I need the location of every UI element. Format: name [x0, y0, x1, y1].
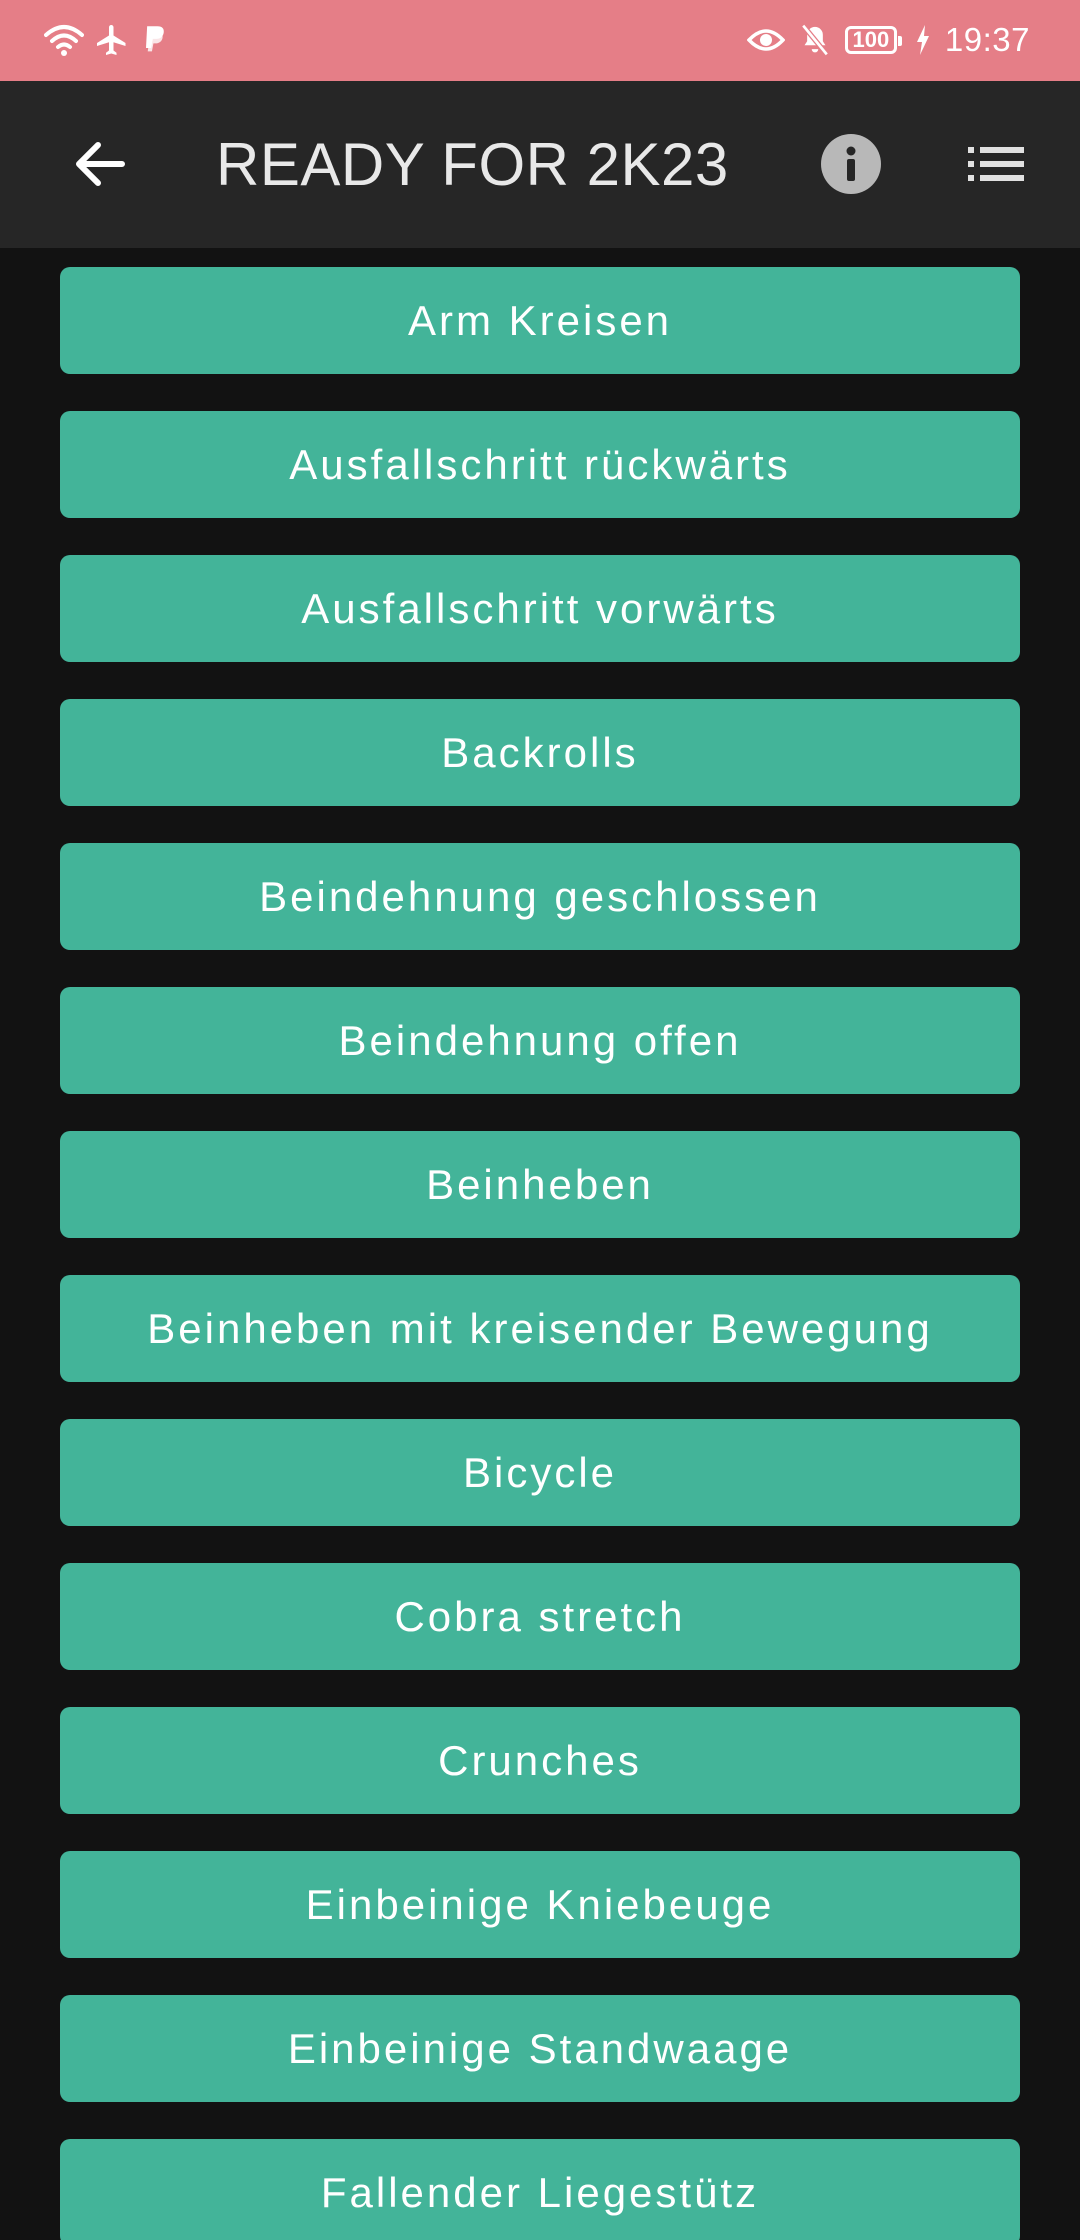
status-time: 19:37 — [944, 21, 1030, 58]
exercise-button-crunches[interactable]: Crunches — [60, 1707, 1020, 1814]
battery-icon: 100 — [844, 26, 902, 54]
exercise-button-einbeinige-standwaage[interactable]: Einbeinige Standwaage — [60, 1995, 1020, 2102]
status-left-icons — [44, 18, 168, 62]
exercise-list[interactable]: Arm Kreisen Ausfallschritt rückwärts Aus… — [0, 248, 1080, 2240]
status-right-icons: 100 19:37 — [746, 16, 1030, 64]
eye-icon — [746, 26, 785, 54]
arrow-left-icon — [74, 140, 126, 193]
exercise-button-beindehnung-geschlossen[interactable]: Beindehnung geschlossen — [60, 843, 1020, 950]
charging-icon — [915, 25, 931, 55]
info-button[interactable] — [820, 133, 882, 199]
info-icon — [821, 133, 881, 199]
exercise-button-beinheben[interactable]: Beinheben — [60, 1131, 1020, 1238]
back-button[interactable] — [62, 135, 138, 197]
exercise-button-beinheben-kreisend[interactable]: Beinheben mit kreisender Bewegung — [60, 1275, 1020, 1382]
app-bar: READY FOR 2K23 — [0, 81, 1080, 248]
list-icon — [968, 146, 1024, 187]
exercise-button-arm-kreisen[interactable]: Arm Kreisen — [60, 267, 1020, 374]
wifi-icon — [44, 23, 84, 57]
exercise-button-ausfallschritt-vorwaerts[interactable]: Ausfallschritt vorwärts — [60, 555, 1020, 662]
paypal-icon — [140, 24, 168, 56]
list-button[interactable] — [964, 139, 1028, 193]
exercise-button-beindehnung-offen[interactable]: Beindehnung offen — [60, 987, 1020, 1094]
page-title: READY FOR 2K23 — [216, 131, 729, 198]
exercise-button-ausfallschritt-rueckwaerts[interactable]: Ausfallschritt rückwärts — [60, 411, 1020, 518]
exercise-button-cobra-stretch[interactable]: Cobra stretch — [60, 1563, 1020, 1670]
exercise-button-fallender-liegestuetz[interactable]: Fallender Liegestütz — [60, 2139, 1020, 2240]
exercise-button-backrolls[interactable]: Backrolls — [60, 699, 1020, 806]
status-bar: 100 19:37 — [0, 0, 1080, 81]
airplane-icon — [94, 22, 130, 58]
bell-off-icon — [799, 23, 831, 57]
exercise-button-einbeinige-kniebeuge[interactable]: Einbeinige Kniebeuge — [60, 1851, 1020, 1958]
exercise-button-bicycle[interactable]: Bicycle — [60, 1419, 1020, 1526]
